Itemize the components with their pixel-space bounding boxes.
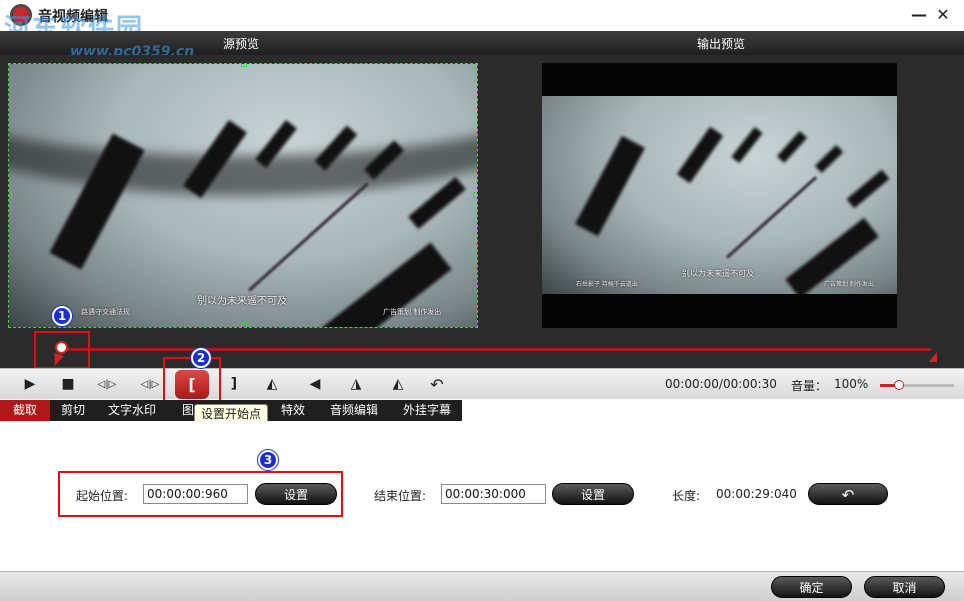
output-preview-frame: 别以为未来遥不可及 石岳影子 持候千云道出 广告策划 制作发出: [542, 63, 897, 328]
title-bar: 音视频编辑 河东软件园 — ✕: [0, 0, 964, 44]
volume-knob[interactable]: [893, 380, 904, 390]
rotate-left-icon[interactable]: ◮: [344, 373, 368, 395]
prev-frame-icon[interactable]: ◁|▷: [95, 373, 119, 395]
volume-label: 音量：: [791, 379, 828, 393]
highlight-box-start-button: [163, 357, 221, 404]
output-subtitle-right: 广告策划 制作发出: [824, 281, 874, 288]
next-frame-icon[interactable]: ◁|▷: [138, 373, 162, 395]
tab-subtitles[interactable]: 外挂字幕: [392, 400, 462, 421]
set-end-point-icon[interactable]: ]: [222, 373, 246, 395]
source-preview-frame[interactable]: 路遇守交通法规 别以为未来遥不可及 广告策划 制作发出: [8, 63, 478, 328]
output-video-frame: 别以为未来遥不可及: [542, 96, 897, 294]
source-subtitle-center: 别以为未来遥不可及: [197, 296, 287, 307]
length-label: 长度:: [672, 489, 701, 503]
end-position-input[interactable]: [441, 484, 546, 504]
source-subtitle-left: 路遇守交通法规: [81, 308, 130, 316]
edit-tabs: 截取 剪切 文字水印 图 特效 音频编辑 外挂字幕: [0, 400, 964, 421]
length-value: 00:00:29:040: [716, 487, 797, 501]
dialog-footer: 确定 取消: [0, 571, 964, 601]
end-marker-icon[interactable]: [929, 352, 937, 362]
play-icon[interactable]: ▶: [18, 373, 42, 395]
tab-trim[interactable]: 截取: [0, 400, 50, 421]
output-subtitle-left: 石岳影子 持候千云道出: [576, 281, 638, 288]
undo-icon[interactable]: ↶: [425, 373, 449, 395]
set-end-button[interactable]: 设置: [552, 483, 634, 505]
step-badge-3: 3: [258, 450, 278, 470]
tab-effects[interactable]: 特效: [270, 400, 316, 421]
time-readout: 00:00:00/00:00:30: [665, 377, 777, 391]
stop-icon[interactable]: ■: [56, 373, 80, 395]
end-position-label: 结束位置:: [374, 489, 427, 503]
close-button[interactable]: ✕: [934, 6, 952, 24]
cancel-button[interactable]: 取消: [864, 576, 945, 598]
crop-handle-top[interactable]: [241, 64, 247, 67]
source-subtitle-right: 广告策划 制作发出: [383, 308, 442, 316]
step-badge-1: 1: [52, 306, 72, 326]
crop-handle-right[interactable]: [473, 192, 477, 198]
timeline[interactable]: [0, 336, 964, 368]
highlight-box-start-field: [58, 471, 343, 517]
tab-text-watermark[interactable]: 文字水印: [96, 400, 168, 421]
ok-button[interactable]: 确定: [771, 576, 852, 598]
crop-handle-left[interactable]: [9, 192, 12, 198]
timeline-track[interactable]: [56, 348, 931, 351]
back-icon[interactable]: ◀: [303, 373, 327, 395]
output-preview-label: 输出预览: [697, 37, 746, 51]
playback-controls: ▶ ■ ◁|▷ ◁|▷ [ ] ◭ ◀ ◮ ◭ ↶ 00:00:00/00:00…: [0, 368, 964, 399]
tab-cut[interactable]: 剪切: [50, 400, 96, 421]
step-badge-2: 2: [191, 348, 211, 368]
rotate-right-icon[interactable]: ◭: [386, 373, 410, 395]
preview-area: 路遇守交通法规 别以为未来遥不可及 广告策划 制作发出 别以为未来遥不可及 石岳…: [0, 55, 964, 336]
crop-handle-bottom[interactable]: [241, 322, 247, 327]
reset-button[interactable]: ↶: [808, 483, 888, 505]
highlight-box-timeline: [34, 331, 90, 369]
output-subtitle-center: 别以为未来遥不可及: [682, 269, 754, 278]
volume-slider[interactable]: [880, 380, 954, 390]
tab-audio-edit[interactable]: 音频编辑: [316, 400, 392, 421]
volume-value: 100%: [834, 377, 869, 391]
source-preview-label: 源预览: [223, 37, 260, 51]
minimize-button[interactable]: —: [910, 6, 928, 24]
flip-icon[interactable]: ◭: [260, 373, 284, 395]
